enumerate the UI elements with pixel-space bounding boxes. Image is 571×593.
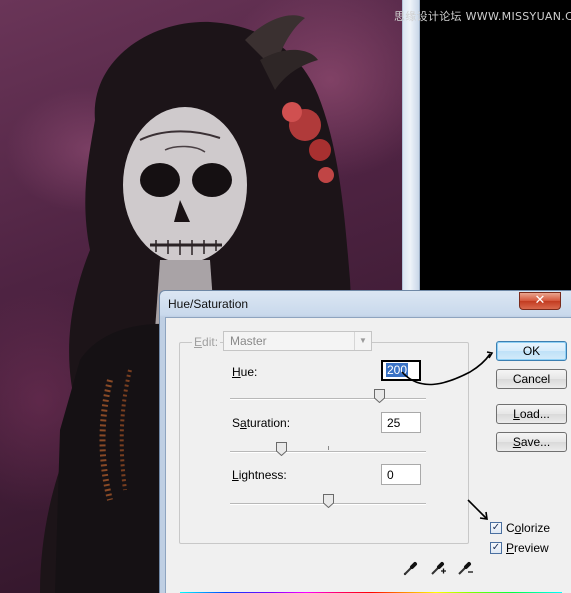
ok-button[interactable]: OK <box>496 341 567 361</box>
hue-label: Hue: <box>232 365 258 379</box>
hue-saturation-dialog: Hue/Saturation ✕ Edit: Master ▼ Hue: 200… <box>159 290 571 593</box>
colorize-checkbox[interactable]: ✓ Colorize <box>490 521 550 535</box>
slider-center-tick <box>328 446 329 450</box>
dialog-titlebar[interactable]: Hue/Saturation ✕ <box>160 291 571 317</box>
hue-input[interactable]: 200 <box>381 360 421 381</box>
close-icon: ✕ <box>534 293 546 308</box>
edit-label: Edit: <box>192 335 221 349</box>
eyedropper-tools <box>402 559 474 577</box>
edit-dropdown[interactable]: Master ▼ <box>223 331 372 351</box>
eyedropper-minus-icon[interactable] <box>456 559 474 577</box>
close-button[interactable]: ✕ <box>519 292 561 310</box>
saturation-label: Saturation: <box>232 416 291 430</box>
eyedropper-icon[interactable] <box>402 559 420 577</box>
colorize-label: Colorize <box>506 521 551 535</box>
dark-panel <box>420 0 571 290</box>
preview-checkbox[interactable]: ✓ Preview <box>490 541 549 555</box>
saturation-slider[interactable] <box>230 442 426 456</box>
adjustment-group <box>179 342 469 544</box>
load-button[interactable]: Load... <box>496 404 567 424</box>
dialog-title: Hue/Saturation <box>168 297 249 311</box>
dialog-client-area: Edit: Master ▼ Hue: 200 Saturation: 25 L… <box>165 317 571 593</box>
cancel-button[interactable]: Cancel <box>496 369 567 389</box>
scrollbar-strip[interactable] <box>402 0 420 290</box>
hue-slider-thumb[interactable] <box>374 389 385 403</box>
saturation-input[interactable]: 25 <box>381 412 421 433</box>
preview-check-box[interactable]: ✓ <box>490 542 502 554</box>
lightness-input[interactable]: 0 <box>381 464 421 485</box>
lightness-slider-thumb[interactable] <box>323 494 334 508</box>
edit-dropdown-value: Master <box>230 334 267 348</box>
save-button[interactable]: Save... <box>496 432 567 452</box>
chevron-down-icon: ▼ <box>354 332 371 350</box>
eyedropper-plus-icon[interactable] <box>429 559 447 577</box>
lightness-label: Lightness: <box>232 468 287 482</box>
watermark-text: 思缘设计论坛 WWW.MISSYUAN.COM <box>394 10 571 23</box>
colorize-check-box[interactable]: ✓ <box>490 522 502 534</box>
preview-label: Preview <box>506 541 549 555</box>
lightness-slider[interactable] <box>230 494 426 508</box>
hue-slider[interactable] <box>230 389 426 403</box>
saturation-slider-thumb[interactable] <box>276 442 287 456</box>
